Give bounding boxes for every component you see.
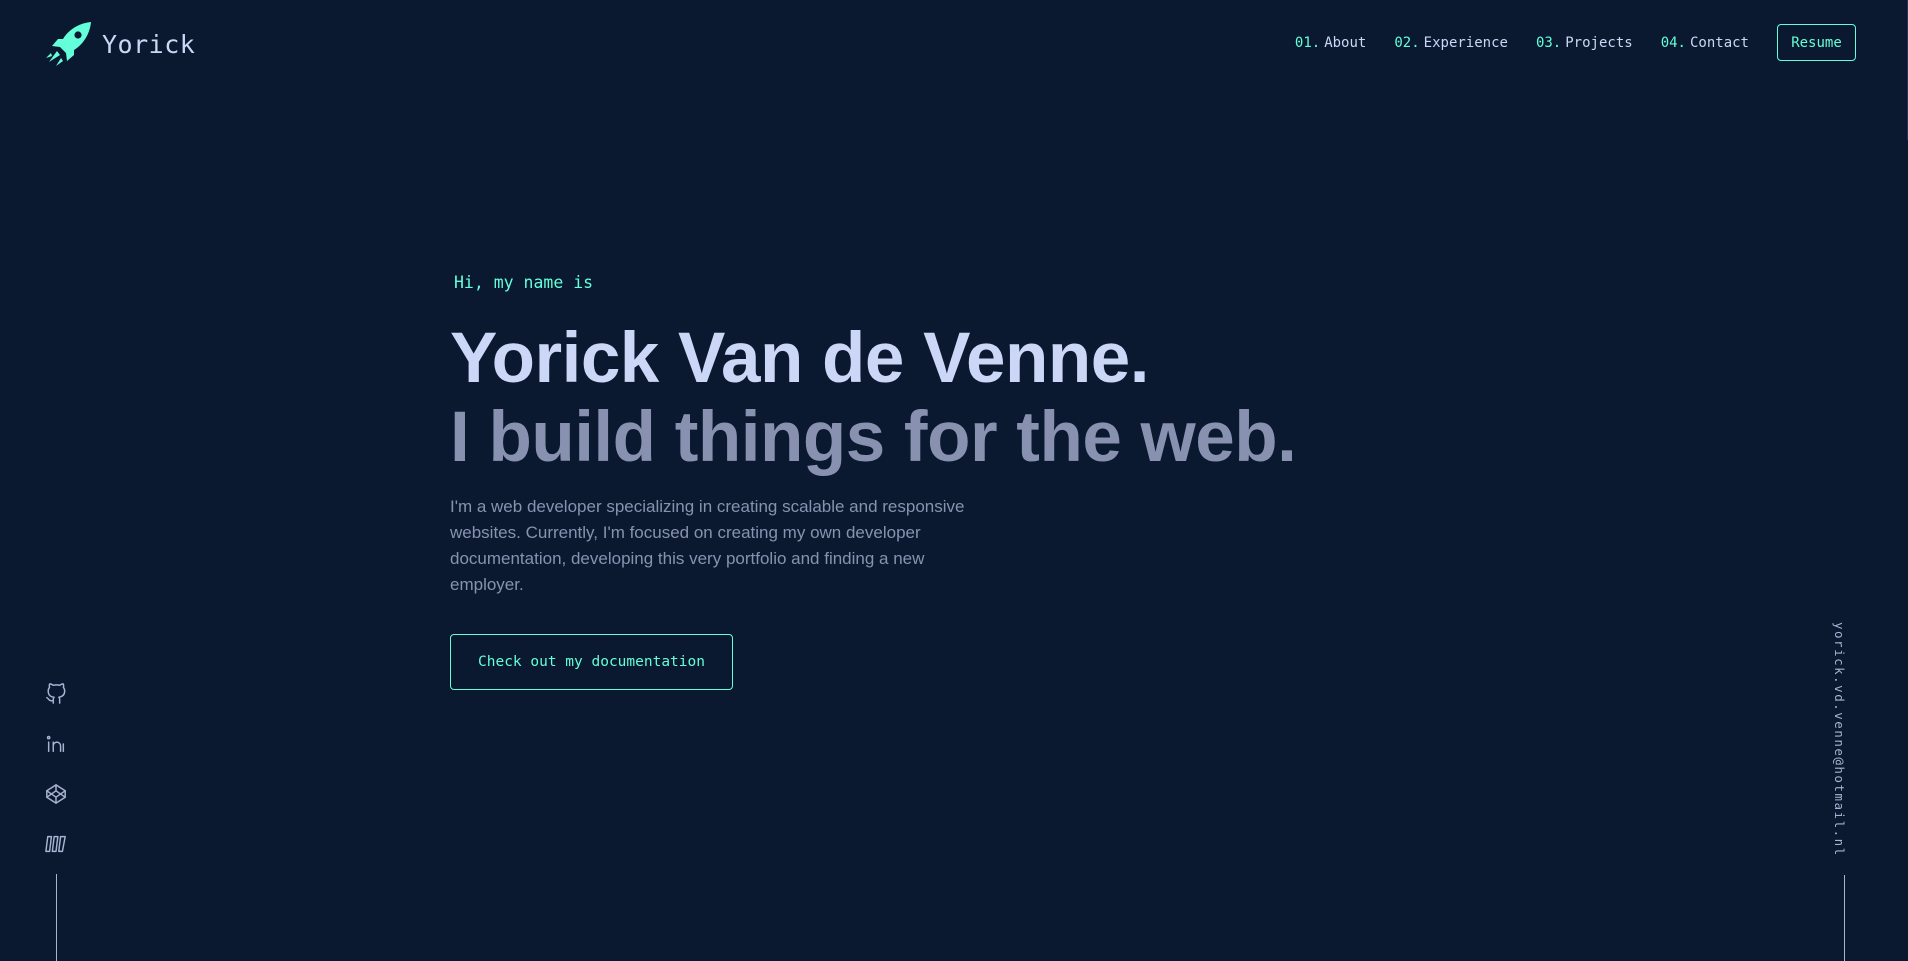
github-link[interactable] [44, 682, 68, 706]
codepen-icon [46, 784, 66, 804]
hero-greeting: Hi, my name is [454, 273, 594, 292]
nav-item-number: 03. [1535, 34, 1562, 51]
nav-item-projects[interactable]: 03. Projects [1536, 35, 1633, 51]
hero-intro: I'm a web developer specializing in crea… [450, 497, 965, 594]
social-links [44, 682, 68, 882]
brand-name: Yorick [102, 29, 196, 59]
nav-item-number: 01. [1294, 34, 1321, 51]
site-header: Yorick 01. About 02. Experience 03. Project… [0, 0, 1908, 88]
github-icon [46, 683, 66, 704]
resume-button[interactable]: Resume [1777, 24, 1856, 61]
linkedin-link[interactable] [44, 732, 68, 756]
nav-item-number: 02. [1394, 34, 1420, 51]
nav-item-contact[interactable]: 04. Contact [1661, 35, 1749, 51]
rocket-icon [46, 22, 91, 66]
nav-item-label: Experience [1423, 34, 1508, 51]
documentation-icon [45, 835, 66, 853]
nav-item-experience[interactable]: 02. Experience [1394, 35, 1508, 51]
documentation-button[interactable]: Check out my documentation [450, 634, 733, 690]
hero-tagline: I build things for the web. [450, 398, 1297, 477]
linkedin-icon [46, 735, 65, 753]
right-divider-line [1844, 875, 1845, 961]
nav-item-about[interactable]: 01. About [1295, 35, 1366, 51]
documentation-link[interactable] [44, 832, 68, 856]
codepen-link[interactable] [44, 782, 68, 806]
nav-item-label: Contact [1689, 34, 1749, 51]
nav-item-label: About [1324, 34, 1367, 51]
left-divider-line [56, 874, 57, 961]
nav-item-label: Projects [1565, 34, 1633, 51]
hero-section: Hi, my name is Yorick Van de Venne. I bu… [450, 268, 1350, 690]
email-link[interactable]: yorick.vd.venne@hotmail.nl [1832, 622, 1847, 857]
email-sidebar: yorick.vd.venne@hotmail.nl [1832, 622, 1856, 857]
main-nav: 01. About 02. Experience 03. Projects 04. Co… [1295, 24, 1856, 61]
home-logo-link[interactable]: Yorick [44, 20, 195, 68]
hero-name: Yorick Van de Venne. [450, 319, 1150, 398]
nav-item-number: 04. [1660, 34, 1686, 51]
